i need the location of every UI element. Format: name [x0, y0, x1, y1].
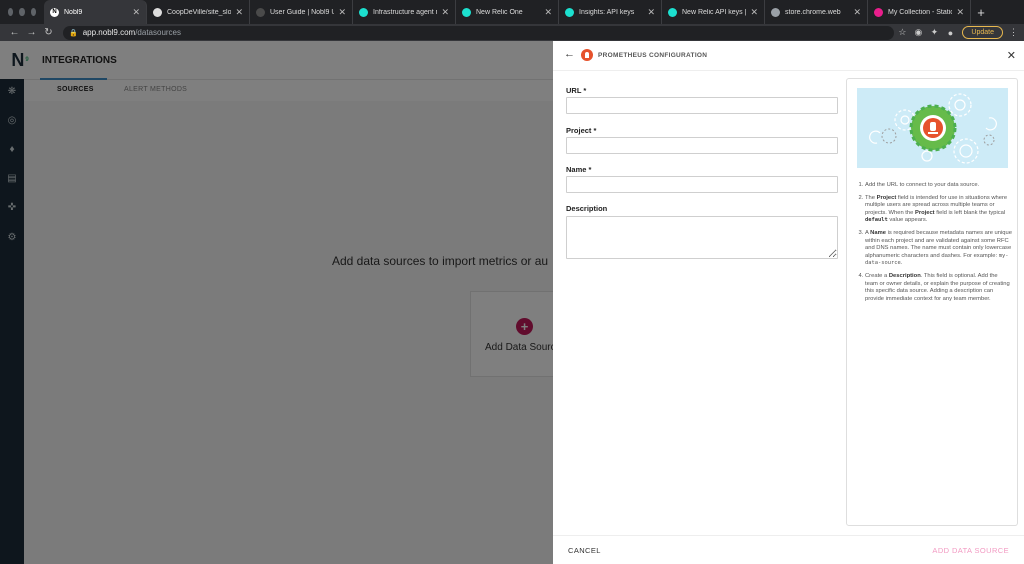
reload-icon[interactable]: ↻ — [40, 27, 57, 38]
browser-tab[interactable]: Infrastructure agent n ✕ — [353, 0, 456, 24]
window-controls[interactable] — [0, 0, 44, 24]
browser-tab[interactable]: Insights: API keys ✕ — [559, 0, 662, 24]
description-textarea[interactable] — [566, 216, 838, 259]
tab-favicon-icon — [668, 7, 677, 17]
help-note-2: The Project field is intended for use in… — [865, 195, 1012, 225]
tab-close-icon[interactable]: ✕ — [441, 7, 449, 18]
prometheus-icon — [581, 49, 593, 61]
more-menu-icon[interactable]: ⋮ — [1009, 27, 1018, 38]
update-button[interactable]: Update — [962, 26, 1003, 39]
profile-avatar-icon[interactable]: ● — [942, 28, 958, 38]
lock-icon: 🔒 — [69, 29, 78, 37]
gears-illustration — [857, 88, 1008, 168]
gears-svg — [869, 93, 997, 164]
url-path: /datasources — [135, 28, 182, 37]
url-label: URL * — [566, 86, 587, 95]
browser-tab[interactable]: User Guide | Nobl9 U ✕ — [250, 0, 353, 24]
name-label: Name * — [566, 165, 592, 174]
back-arrow-icon[interactable]: ← — [6, 27, 23, 38]
browser-tab[interactable]: My Collection - Statio ✕ — [868, 0, 971, 24]
close-icon[interactable]: ✕ — [1007, 49, 1016, 62]
description-label: Description — [566, 204, 608, 213]
close-window-dot[interactable] — [8, 8, 14, 16]
cancel-button[interactable]: CANCEL — [568, 546, 601, 555]
tab-title: New Relic One — [476, 8, 523, 16]
browser-tab-bar: N Nobl9 ✕ CoopDeVille/site_slo ✕ User Guide |… — [0, 0, 1024, 24]
help-note-1: Add the URL to connect to your data sour… — [865, 182, 1012, 190]
prometheus-config-panel: ← PROMETHEUS CONFIGURATION ✕ URL * Proje… — [553, 41, 1024, 564]
puzzle-icon[interactable]: ✦ — [926, 27, 942, 38]
maximize-window-dot[interactable] — [30, 8, 36, 16]
help-sidebar: Add the URL to connect to your data sour… — [846, 78, 1018, 526]
help-note-4: Create a Description. This field is opti… — [865, 273, 1012, 303]
tab-close-icon[interactable]: ✕ — [853, 7, 861, 18]
url-host: app.nobl9.com — [82, 28, 136, 37]
name-input[interactable] — [566, 176, 838, 193]
tab-title: Nobl9 — [64, 8, 83, 16]
tab-close-icon[interactable]: ✕ — [338, 7, 346, 18]
panel-header: ← PROMETHEUS CONFIGURATION ✕ — [553, 41, 1024, 71]
tab-close-icon[interactable]: ✕ — [544, 7, 552, 18]
tab-close-icon[interactable]: ✕ — [235, 7, 243, 18]
tab-close-icon[interactable]: ✕ — [647, 7, 655, 18]
tab-favicon-icon — [359, 7, 368, 17]
tab-title: User Guide | Nobl9 U — [270, 8, 335, 16]
tab-favicon-icon — [771, 7, 780, 17]
tab-favicon-icon — [256, 7, 265, 17]
url-input[interactable] — [566, 97, 838, 114]
tab-favicon-icon — [874, 7, 883, 17]
tab-title: Insights: API keys — [579, 8, 635, 16]
bookmark-star-icon[interactable]: ☆ — [894, 27, 910, 38]
tab-close-icon[interactable]: ✕ — [132, 7, 140, 18]
tab-favicon-icon — [565, 7, 574, 17]
project-label: Project * — [566, 126, 597, 135]
browser-toolbar: ← → ↻ 🔒 app.nobl9.com/datasources ☆ ◉ ✦ … — [0, 24, 1024, 41]
browser-tab[interactable]: N Nobl9 ✕ — [44, 0, 147, 24]
tab-close-icon[interactable]: ✕ — [750, 7, 758, 18]
tab-close-icon[interactable]: ✕ — [956, 7, 964, 18]
browser-tab[interactable]: New Relic One ✕ — [456, 0, 559, 24]
modal-backdrop[interactable] — [0, 41, 553, 564]
tab-favicon-icon: N — [50, 7, 59, 17]
browser-tab[interactable]: CoopDeVille/site_slo ✕ — [147, 0, 250, 24]
forward-arrow-icon[interactable]: → — [23, 27, 40, 38]
browser-tab[interactable]: store.chrome.web ✕ — [765, 0, 868, 24]
project-input[interactable] — [566, 137, 838, 154]
minimize-window-dot[interactable] — [19, 8, 25, 16]
add-data-source-button[interactable]: ADD DATA SOURCE — [932, 546, 1009, 555]
tab-favicon-icon — [462, 7, 471, 17]
browser-tabs: N Nobl9 ✕ CoopDeVille/site_slo ✕ User Guide |… — [44, 0, 971, 24]
back-arrow-icon[interactable]: ← — [564, 48, 575, 60]
panel-footer: CANCEL ADD DATA SOURCE — [553, 535, 1024, 564]
tab-title: New Relic API keys | N — [682, 8, 747, 16]
tab-title: My Collection - Statio — [888, 8, 953, 16]
tab-favicon-icon — [153, 7, 162, 17]
help-note-3: A Name is required because metadata name… — [865, 230, 1012, 268]
help-notes: Add the URL to connect to your data sour… — [857, 182, 1012, 308]
extension-icon[interactable]: ◉ — [910, 27, 926, 38]
browser-tab[interactable]: New Relic API keys | N ✕ — [662, 0, 765, 24]
tab-title: Infrastructure agent n — [373, 8, 438, 16]
panel-title: PROMETHEUS CONFIGURATION — [598, 52, 708, 59]
address-bar[interactable]: 🔒 app.nobl9.com/datasources — [63, 25, 895, 40]
new-tab-button[interactable]: + — [971, 0, 991, 24]
tab-title: CoopDeVille/site_slo — [167, 8, 232, 16]
tab-title: store.chrome.web — [785, 8, 841, 16]
